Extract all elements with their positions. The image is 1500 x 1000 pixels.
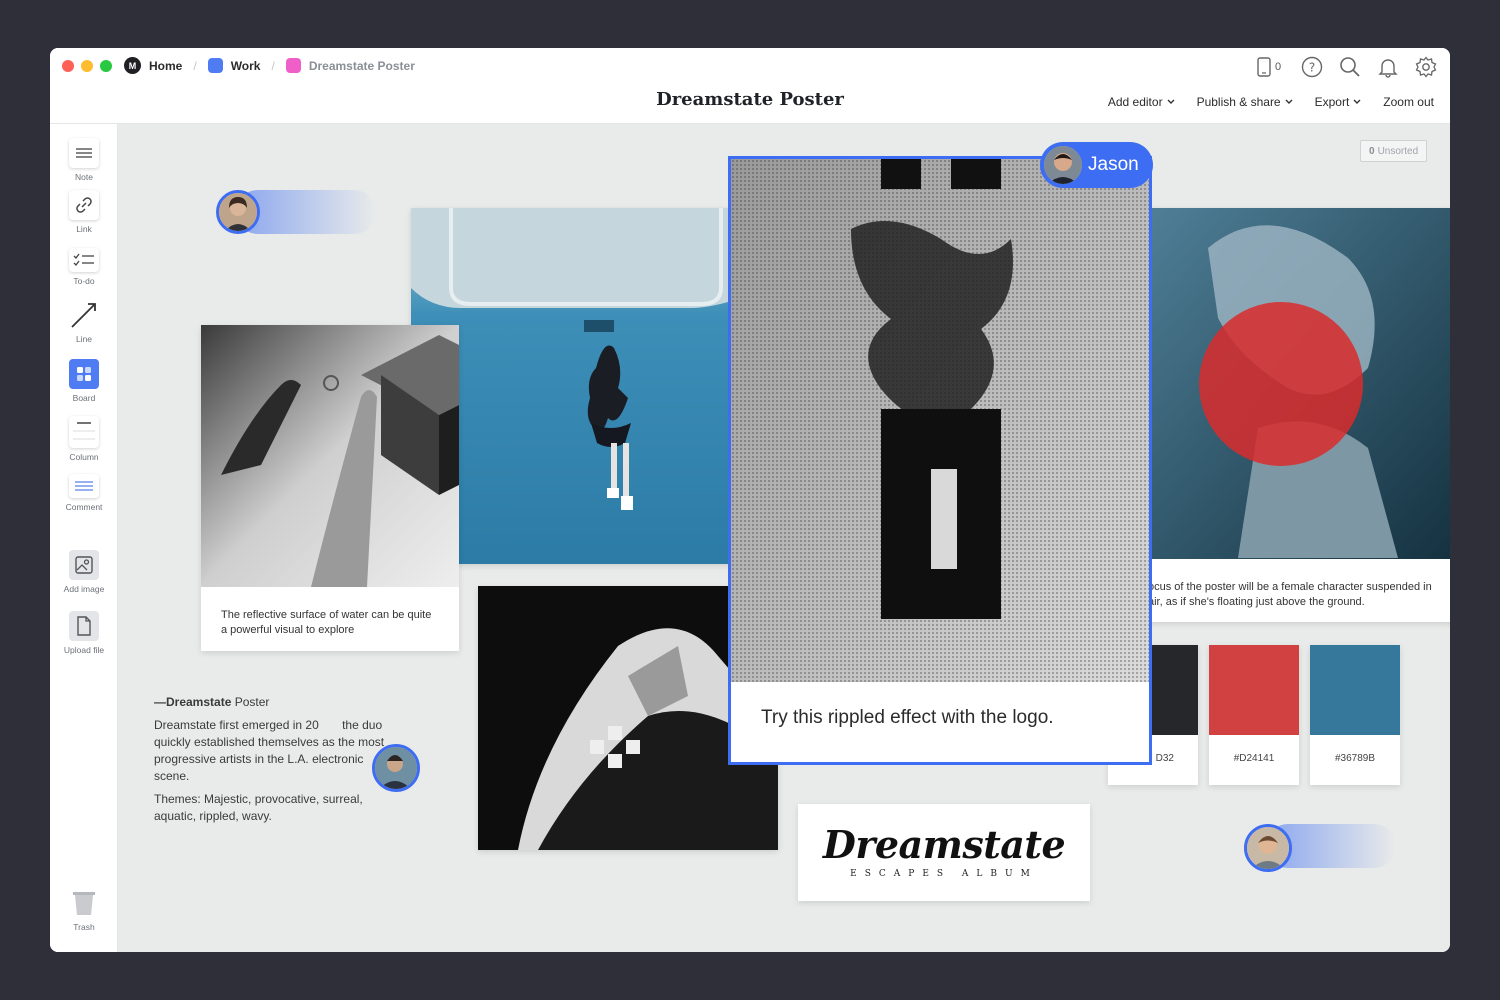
link-icon [69, 190, 99, 220]
help-icon: ? [1301, 56, 1323, 78]
app-window: M Home / Work / Dreamstate Poster Dreams… [50, 48, 1450, 952]
publish-share-menu[interactable]: Publish & share [1197, 95, 1293, 109]
swatch-hex: #D24141 [1233, 753, 1275, 764]
help-button[interactable]: ? [1300, 55, 1324, 79]
search-button[interactable] [1338, 55, 1362, 79]
logo-card[interactable]: Dreamstate ESCAPES ALBUM [798, 804, 1090, 901]
settings-button[interactable] [1414, 55, 1438, 79]
image-card-portrait[interactable]: ocus of the poster will be a female char… [1148, 208, 1450, 622]
device-button[interactable]: 0 [1252, 55, 1286, 79]
card-caption[interactable]: Try this rippled effect with the logo. [761, 707, 1054, 729]
milanote-logo-icon: M [124, 57, 141, 74]
tool-comment[interactable]: Comment [50, 474, 118, 512]
logo-title: Dreamstate [822, 822, 1066, 867]
color-swatch[interactable]: #D24141 [1209, 645, 1299, 785]
top-bar: M Home / Work / Dreamstate Poster Dreams… [50, 48, 1450, 124]
hands-image [201, 325, 519, 587]
tool-line[interactable]: Line [50, 300, 118, 344]
collaborator-avatar [1244, 824, 1292, 872]
tool-upload-file[interactable]: Upload file [50, 611, 118, 655]
breadcrumb-separator: / [271, 58, 275, 73]
image-icon [69, 550, 99, 580]
swatch-color [1310, 645, 1400, 735]
board-icon [69, 359, 99, 389]
line-icon [69, 300, 99, 330]
trash-button[interactable]: Trash [50, 888, 118, 932]
export-menu[interactable]: Export [1315, 95, 1362, 109]
tool-column[interactable]: Column [50, 416, 118, 462]
top-icons: 0 ? [1252, 55, 1438, 79]
chevron-down-icon [1353, 99, 1361, 104]
swatch-hex: #36789B [1334, 753, 1376, 764]
minimize-window-button[interactable] [81, 60, 93, 72]
chevron-down-icon [1285, 99, 1293, 104]
file-icon [69, 611, 99, 641]
tool-sidebar: Note Link To-do Line Board Column Commen… [50, 124, 118, 952]
note-paragraph: Themes: Majestic, provocative, surreal, … [154, 792, 363, 823]
image-caption[interactable]: The reflective surface of water can be q… [201, 608, 459, 638]
tool-add-image[interactable]: Add image [50, 550, 118, 594]
collaborator-avatar [216, 190, 260, 234]
column-icon [69, 416, 99, 448]
note-icon [69, 138, 99, 168]
image-card-hands[interactable]: The reflective surface of water can be q… [201, 325, 519, 651]
pool-image [411, 208, 741, 564]
breadcrumb-current[interactable]: Dreamstate Poster [285, 58, 415, 73]
window-controls [62, 60, 112, 72]
breadcrumb-work[interactable]: Work [207, 58, 260, 73]
color-swatch[interactable]: #36789B [1310, 645, 1400, 785]
note-card[interactable]: —Dreamstate Poster Dreamstate first emer… [154, 694, 394, 825]
gear-icon [1415, 56, 1437, 78]
notifications-button[interactable] [1376, 55, 1400, 79]
comment-icon [69, 474, 99, 498]
tool-link[interactable]: Link [50, 190, 118, 234]
breadcrumb-home[interactable]: M Home [124, 57, 182, 74]
close-window-button[interactable] [62, 60, 74, 72]
board-color-icon [285, 58, 301, 73]
phone-icon [1257, 57, 1271, 77]
svg-text:?: ? [1309, 61, 1315, 75]
board-color-icon [207, 58, 223, 73]
device-count: 0 [1274, 61, 1282, 73]
add-editor-menu[interactable]: Add editor [1108, 95, 1175, 109]
todo-icon [69, 248, 99, 272]
breadcrumb: M Home / Work / Dreamstate Poster [124, 57, 415, 74]
unsorted-button[interactable]: 0 Unsorted [1360, 140, 1428, 162]
tool-note[interactable]: Note [50, 138, 118, 182]
swatch-color [1209, 645, 1299, 735]
board-canvas[interactable]: 0 Unsorted The reflective surface of wat… [118, 124, 1450, 952]
collaborator-avatar [372, 744, 420, 792]
tool-todo[interactable]: To-do [50, 248, 118, 286]
image-card-pool[interactable] [411, 208, 741, 564]
note-paragraph: Dreamstate first emerged in 20 the duo q… [154, 718, 388, 783]
breadcrumb-separator: / [193, 58, 197, 73]
collaborator-name: Jason [1088, 154, 1139, 175]
image-caption[interactable]: ocus of the poster will be a female char… [1148, 580, 1450, 610]
maximize-window-button[interactable] [100, 60, 112, 72]
tool-board[interactable]: Board [50, 359, 118, 403]
selected-image-card[interactable]: Try this rippled effect with the logo. [728, 156, 1152, 765]
portrait-image [1148, 208, 1450, 559]
zoom-out-button[interactable]: Zoom out [1383, 95, 1434, 109]
collaborator-tag: Jason [1040, 142, 1153, 188]
rippled-logo-image [731, 159, 1149, 682]
note-title: —Dreamstate Poster [154, 695, 270, 709]
trash-icon [69, 888, 99, 918]
logo-subtitle: ESCAPES ALBUM [850, 869, 1038, 879]
collaborator-avatar [1044, 146, 1082, 184]
search-icon [1340, 57, 1360, 77]
chevron-down-icon [1167, 99, 1175, 104]
top-menu: Add editor Publish & share Export Zoom o… [1108, 95, 1434, 109]
bell-icon [1378, 59, 1398, 78]
